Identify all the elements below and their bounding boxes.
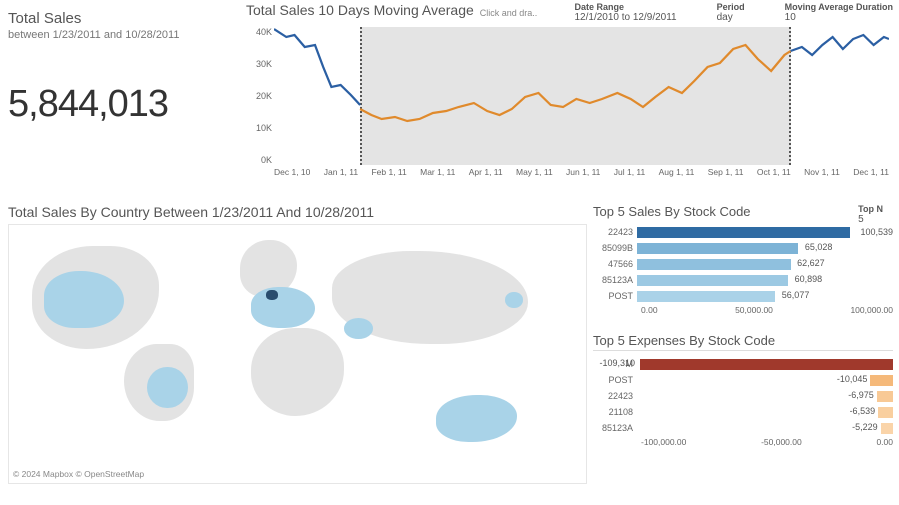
country-na[interactable]	[44, 271, 125, 328]
kpi-value: 5,844,013	[8, 83, 232, 126]
map-panel: Total Sales By Country Between 1/23/2011…	[8, 204, 587, 499]
timeseries-panel: Total Sales 10 Days Moving Average Click…	[240, 0, 899, 200]
top-sales-panel: Top 5 Sales By Stock Code Top N 5 224231…	[593, 204, 893, 315]
kpi-panel: Total Sales between 1/23/2011 and 10/28/…	[0, 0, 240, 200]
param-moving-average[interactable]: Moving Average Duration 10	[785, 2, 893, 23]
top-expenses-axis: -100,000.00-50,000.000.00	[593, 437, 893, 447]
top-sales-bars[interactable]: 22423100,539 85099B65,028 4756662,627 85…	[593, 225, 893, 303]
param-top-n[interactable]: Top N 5	[858, 204, 883, 225]
top-expenses-bars[interactable]: M-109,310 POST-10,045 22423-6,975 21108-…	[593, 357, 893, 435]
country-australia[interactable]	[436, 395, 517, 441]
top-expenses-panel: Top 5 Expenses By Stock Code M-109,310 P…	[593, 333, 893, 447]
bottom-row: Total Sales By Country Between 1/23/2011…	[0, 200, 899, 505]
country-europe[interactable]	[251, 287, 314, 328]
param-period[interactable]: Period day	[717, 2, 745, 23]
top-sales-axis: 0.0050,000.00100,000.00	[593, 305, 893, 315]
x-axis-labels: Dec 1, 10 Jan 1, 11 Feb 1, 11 Mar 1, 11 …	[274, 167, 889, 187]
dashboard: Total Sales between 1/23/2011 and 10/28/…	[0, 0, 899, 505]
timeseries-title: Total Sales 10 Days Moving Average	[246, 2, 474, 18]
plot-area[interactable]	[274, 27, 889, 165]
parameter-bar: Date Range 12/1/2010 to 12/9/2011 Period…	[574, 2, 893, 23]
country-brazil[interactable]	[147, 367, 187, 408]
kpi-title: Total Sales	[8, 10, 232, 27]
country-japan[interactable]	[505, 292, 522, 307]
timeseries-hint: Click and dra..	[480, 8, 538, 18]
map-title: Total Sales By Country Between 1/23/2011…	[8, 204, 587, 220]
country-uk[interactable]	[266, 290, 279, 300]
map-attribution: © 2024 Mapbox © OpenStreetMap	[13, 469, 144, 479]
param-date-range[interactable]: Date Range 12/1/2010 to 12/9/2011	[574, 2, 676, 23]
world-map[interactable]: © 2024 Mapbox © OpenStreetMap	[8, 224, 587, 484]
y-axis-labels: 40K 30K 20K 10K 0K	[246, 27, 272, 165]
country-me[interactable]	[344, 318, 373, 339]
right-column: Top 5 Sales By Stock Code Top N 5 224231…	[593, 204, 893, 499]
top-expenses-title: Top 5 Expenses By Stock Code	[593, 333, 893, 348]
line-blue-right	[274, 27, 889, 165]
timeseries-chart[interactable]: 40K 30K 20K 10K 0K Dec 1, 10	[246, 27, 893, 187]
top-sales-title: Top 5 Sales By Stock Code	[593, 204, 751, 219]
kpi-subtitle: between 1/23/2011 and 10/28/2011	[8, 29, 232, 41]
